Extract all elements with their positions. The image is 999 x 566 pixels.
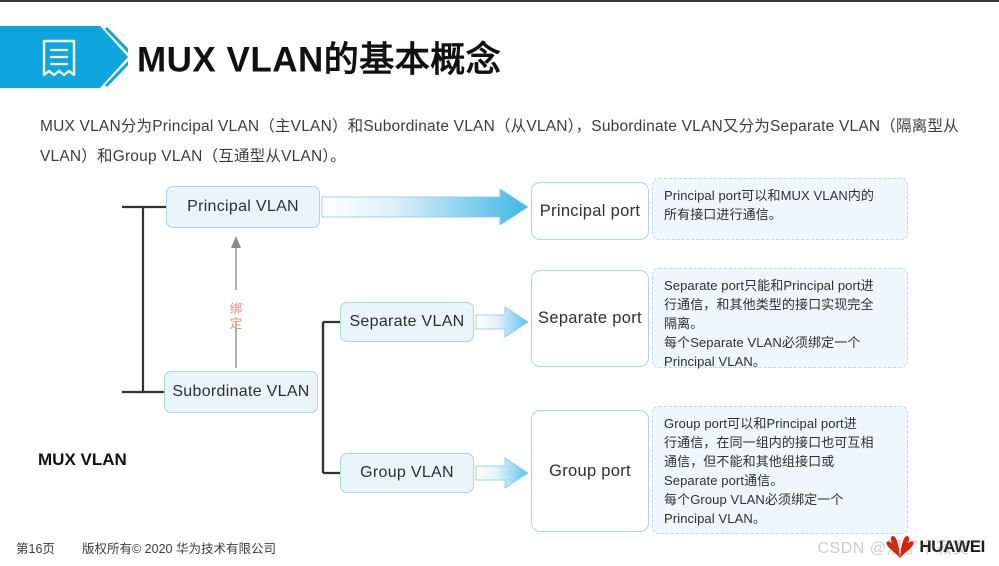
- slide-footer: 第16页 版权所有© 2020 华为技术有限公司 HUAWEI CSDN @混了…: [0, 530, 999, 566]
- node-separate-vlan[interactable]: Separate VLAN: [340, 302, 474, 342]
- diagram-area: MUX VLAN 绑定 Principal VLAN Subordinate V…: [0, 170, 999, 534]
- node-separate-port[interactable]: Separate port: [531, 270, 649, 367]
- node-subordinate-vlan[interactable]: Subordinate VLAN: [164, 371, 318, 413]
- node-principal-port[interactable]: Principal port: [531, 182, 649, 240]
- huawei-logo: HUAWEI: [885, 534, 985, 560]
- diagram-root-label: MUX VLAN: [38, 450, 127, 469]
- intro-paragraph: MUX VLAN分为Principal VLAN（主VLAN）和Subordin…: [40, 118, 959, 165]
- binding-annotation-label: 绑定: [229, 302, 243, 331]
- node-group-vlan[interactable]: Group VLAN: [340, 453, 474, 493]
- footer-copyright: 版权所有© 2020 华为技术有限公司: [82, 542, 276, 556]
- slide-header: MUX VLAN的基本概念: [0, 26, 999, 88]
- description-separate-port: Separate port只能和Principal port进 行通信，和其他类型…: [652, 268, 908, 369]
- page-title: MUX VLAN的基本概念: [137, 40, 502, 80]
- description-group-port: Group port可以和Principal port进 行通信，在同一组内的接口…: [652, 406, 908, 534]
- huawei-flower-icon: [886, 535, 914, 558]
- slide-root: MUX VLAN的基本概念 MUX VLAN分为Principal VLAN（主…: [0, 0, 999, 566]
- description-principal-port: Principal port可以和MUX VLAN内的 所有接口进行通信。: [652, 178, 908, 240]
- document-icon: [42, 39, 76, 77]
- node-principal-vlan[interactable]: Principal VLAN: [166, 186, 320, 228]
- huawei-wordmark: HUAWEI: [919, 537, 985, 556]
- node-group-port[interactable]: Group port: [531, 410, 649, 532]
- footer-page-number: 第16页: [16, 542, 55, 556]
